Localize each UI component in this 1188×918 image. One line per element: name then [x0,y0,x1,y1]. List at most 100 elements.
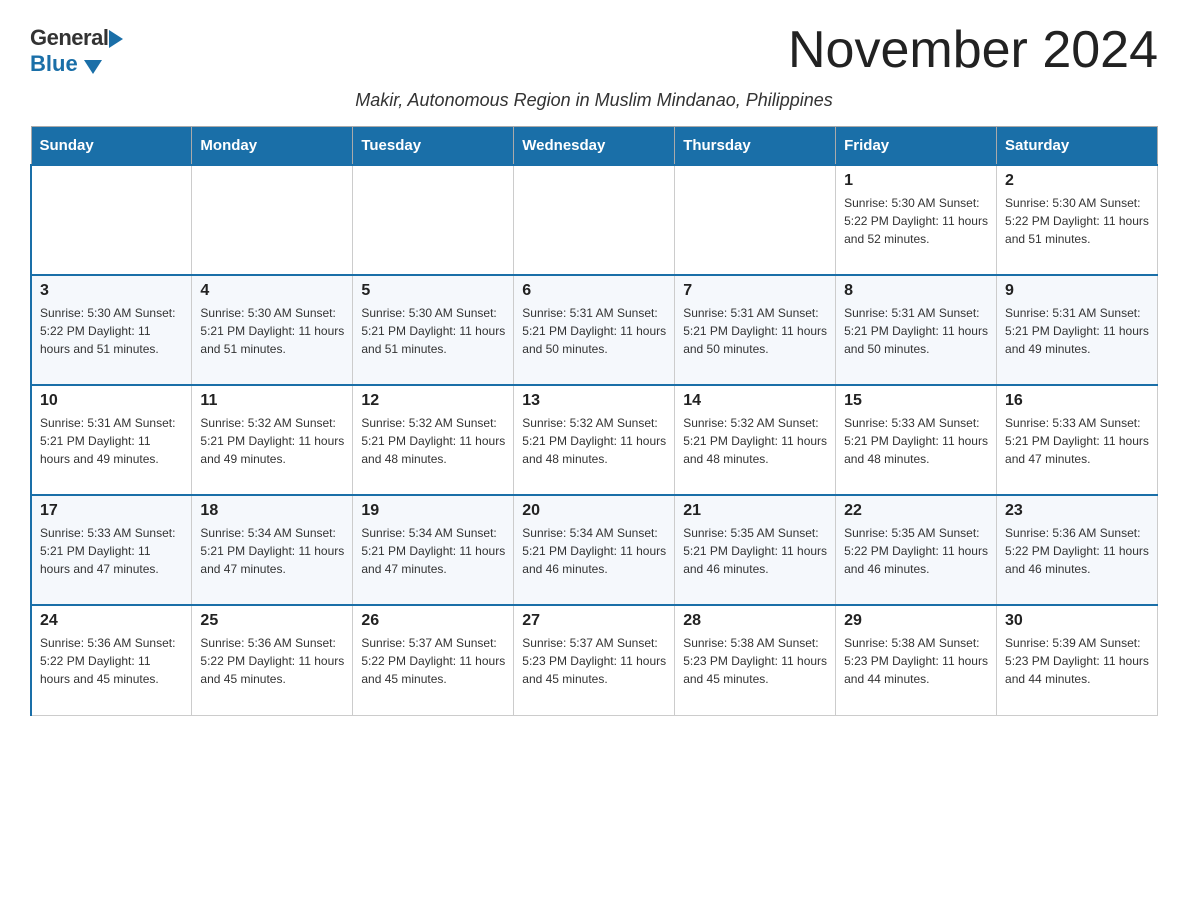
calendar-cell [31,165,192,275]
header: General Blue November 2024 [30,20,1158,80]
calendar-cell: 3 Sunrise: 5:30 AM Sunset: 5:22 PM Daylig… [31,275,192,385]
calendar-cell: 23 Sunrise: 5:36 AM Sunset: 5:22 PM Dayli… [997,495,1158,605]
day-info: Sunrise: 5:30 AM Sunset: 5:22 PM Dayligh… [844,194,988,248]
calendar-cell: 4 Sunrise: 5:30 AM Sunset: 5:21 PM Daylig… [192,275,353,385]
day-number: 11 [200,392,344,410]
day-info: Sunrise: 5:31 AM Sunset: 5:21 PM Dayligh… [683,304,827,358]
weekday-header-thursday: Thursday [675,127,836,166]
day-number: 13 [522,392,666,410]
day-number: 2 [1005,172,1149,190]
calendar-cell: 8Sunrise: 5:31 AM Sunset: 5:21 PM Daylig… [836,275,997,385]
day-number: 29 [844,612,988,630]
day-number: 24 [40,612,183,630]
day-number: 15 [844,392,988,410]
day-info: Sunrise: 5:33 AM Sunset: 5:21 PM Dayligh… [844,414,988,468]
day-info: Sunrise: 5:36 AM Sunset: 5:22 PM Dayligh… [40,634,183,688]
calendar-cell: 26 Sunrise: 5:37 AM Sunset: 5:22 PM Dayli… [353,605,514,715]
weekday-header-tuesday: Tuesday [353,127,514,166]
weekday-header-monday: Monday [192,127,353,166]
day-number: 5 [361,282,505,300]
day-number: 14 [683,392,827,410]
calendar-cell: 21 Sunrise: 5:35 AM Sunset: 5:21 PM Dayli… [675,495,836,605]
day-info: Sunrise: 5:37 AM Sunset: 5:22 PM Dayligh… [361,634,505,688]
calendar-cell: 2Sunrise: 5:30 AM Sunset: 5:22 PM Daylig… [997,165,1158,275]
subtitle: Makir, Autonomous Region in Muslim Minda… [30,90,1158,111]
day-number: 7 [683,282,827,300]
weekday-header-saturday: Saturday [997,127,1158,166]
calendar-cell: 13 Sunrise: 5:32 AM Sunset: 5:21 PM Dayli… [514,385,675,495]
day-number: 1 [844,172,988,190]
calendar-cell: 24 Sunrise: 5:36 AM Sunset: 5:22 PM Dayli… [31,605,192,715]
day-info: Sunrise: 5:30 AM Sunset: 5:22 PM Dayligh… [40,304,183,358]
weekday-header-row: SundayMondayTuesdayWednesdayThursdayFrid… [31,127,1158,166]
day-number: 18 [200,502,344,520]
logo-blue-text: Blue [30,51,102,77]
day-info: Sunrise: 5:34 AM Sunset: 5:21 PM Dayligh… [522,524,666,578]
calendar-cell: 7 Sunrise: 5:31 AM Sunset: 5:21 PM Daylig… [675,275,836,385]
day-info: Sunrise: 5:31 AM Sunset: 5:21 PM Dayligh… [522,304,666,358]
day-number: 10 [40,392,183,410]
calendar-cell [675,165,836,275]
day-info: Sunrise: 5:38 AM Sunset: 5:23 PM Dayligh… [844,634,988,688]
day-number: 26 [361,612,505,630]
week-row-1: 1 Sunrise: 5:30 AM Sunset: 5:22 PM Daylig… [31,165,1158,275]
day-number: 8 [844,282,988,300]
calendar-cell: 11 Sunrise: 5:32 AM Sunset: 5:21 PM Dayli… [192,385,353,495]
day-number: 22 [844,502,988,520]
day-info: Sunrise: 5:33 AM Sunset: 5:21 PM Dayligh… [1005,414,1149,468]
week-row-2: 3 Sunrise: 5:30 AM Sunset: 5:22 PM Daylig… [31,275,1158,385]
day-number: 23 [1005,502,1149,520]
calendar-cell: 18 Sunrise: 5:34 AM Sunset: 5:21 PM Dayli… [192,495,353,605]
day-info: Sunrise: 5:35 AM Sunset: 5:22 PM Dayligh… [844,524,988,578]
calendar-cell: 22 Sunrise: 5:35 AM Sunset: 5:22 PM Dayli… [836,495,997,605]
day-info: Sunrise: 5:31 AM Sunset: 5:21 PM Dayligh… [1005,304,1149,358]
calendar-cell: 9 Sunrise: 5:31 AM Sunset: 5:21 PM Daylig… [997,275,1158,385]
day-info: Sunrise: 5:36 AM Sunset: 5:22 PM Dayligh… [200,634,344,688]
day-number: 12 [361,392,505,410]
day-info: Sunrise: 5:31 AM Sunset: 5:21 PM Dayligh… [40,414,183,468]
day-number: 6 [522,282,666,300]
day-info: Sunrise: 5:30 AM Sunset: 5:21 PM Dayligh… [200,304,344,358]
day-number: 25 [200,612,344,630]
calendar-cell: 6 Sunrise: 5:31 AM Sunset: 5:21 PM Daylig… [514,275,675,385]
weekday-header-wednesday: Wednesday [514,127,675,166]
week-row-4: 17Sunrise: 5:33 AM Sunset: 5:21 PM Dayli… [31,495,1158,605]
calendar: SundayMondayTuesdayWednesdayThursdayFrid… [30,126,1158,716]
logo: General Blue [30,25,123,77]
calendar-cell: 25 Sunrise: 5:36 AM Sunset: 5:22 PM Dayli… [192,605,353,715]
day-info: Sunrise: 5:34 AM Sunset: 5:21 PM Dayligh… [200,524,344,578]
day-number: 21 [683,502,827,520]
calendar-cell: 5 Sunrise: 5:30 AM Sunset: 5:21 PM Daylig… [353,275,514,385]
week-row-3: 10 Sunrise: 5:31 AM Sunset: 5:21 PM Dayli… [31,385,1158,495]
day-number: 19 [361,502,505,520]
day-info: Sunrise: 5:35 AM Sunset: 5:21 PM Dayligh… [683,524,827,578]
day-number: 4 [200,282,344,300]
weekday-header-sunday: Sunday [31,127,192,166]
day-number: 3 [40,282,183,300]
calendar-cell: 27Sunrise: 5:37 AM Sunset: 5:23 PM Dayli… [514,605,675,715]
day-info: Sunrise: 5:32 AM Sunset: 5:21 PM Dayligh… [522,414,666,468]
calendar-cell: 28Sunrise: 5:38 AM Sunset: 5:23 PM Dayli… [675,605,836,715]
day-info: Sunrise: 5:32 AM Sunset: 5:21 PM Dayligh… [361,414,505,468]
calendar-cell: 29 Sunrise: 5:38 AM Sunset: 5:23 PM Dayli… [836,605,997,715]
day-number: 9 [1005,282,1149,300]
calendar-cell: 12 Sunrise: 5:32 AM Sunset: 5:21 PM Dayli… [353,385,514,495]
calendar-cell [192,165,353,275]
day-number: 16 [1005,392,1149,410]
day-info: Sunrise: 5:36 AM Sunset: 5:22 PM Dayligh… [1005,524,1149,578]
calendar-cell [353,165,514,275]
calendar-cell [514,165,675,275]
calendar-cell: 10 Sunrise: 5:31 AM Sunset: 5:21 PM Dayli… [31,385,192,495]
day-info: Sunrise: 5:33 AM Sunset: 5:21 PM Dayligh… [40,524,183,578]
day-info: Sunrise: 5:32 AM Sunset: 5:21 PM Dayligh… [683,414,827,468]
calendar-cell: 19Sunrise: 5:34 AM Sunset: 5:21 PM Dayli… [353,495,514,605]
day-info: Sunrise: 5:39 AM Sunset: 5:23 PM Dayligh… [1005,634,1149,688]
calendar-cell: 14 Sunrise: 5:32 AM Sunset: 5:21 PM Dayli… [675,385,836,495]
calendar-cell: 16 Sunrise: 5:33 AM Sunset: 5:21 PM Dayli… [997,385,1158,495]
weekday-header-friday: Friday [836,127,997,166]
calendar-cell: 30 Sunrise: 5:39 AM Sunset: 5:23 PM Dayli… [997,605,1158,715]
calendar-cell: 20Sunrise: 5:34 AM Sunset: 5:21 PM Dayli… [514,495,675,605]
day-number: 30 [1005,612,1149,630]
day-info: Sunrise: 5:32 AM Sunset: 5:21 PM Dayligh… [200,414,344,468]
day-info: Sunrise: 5:30 AM Sunset: 5:21 PM Dayligh… [361,304,505,358]
